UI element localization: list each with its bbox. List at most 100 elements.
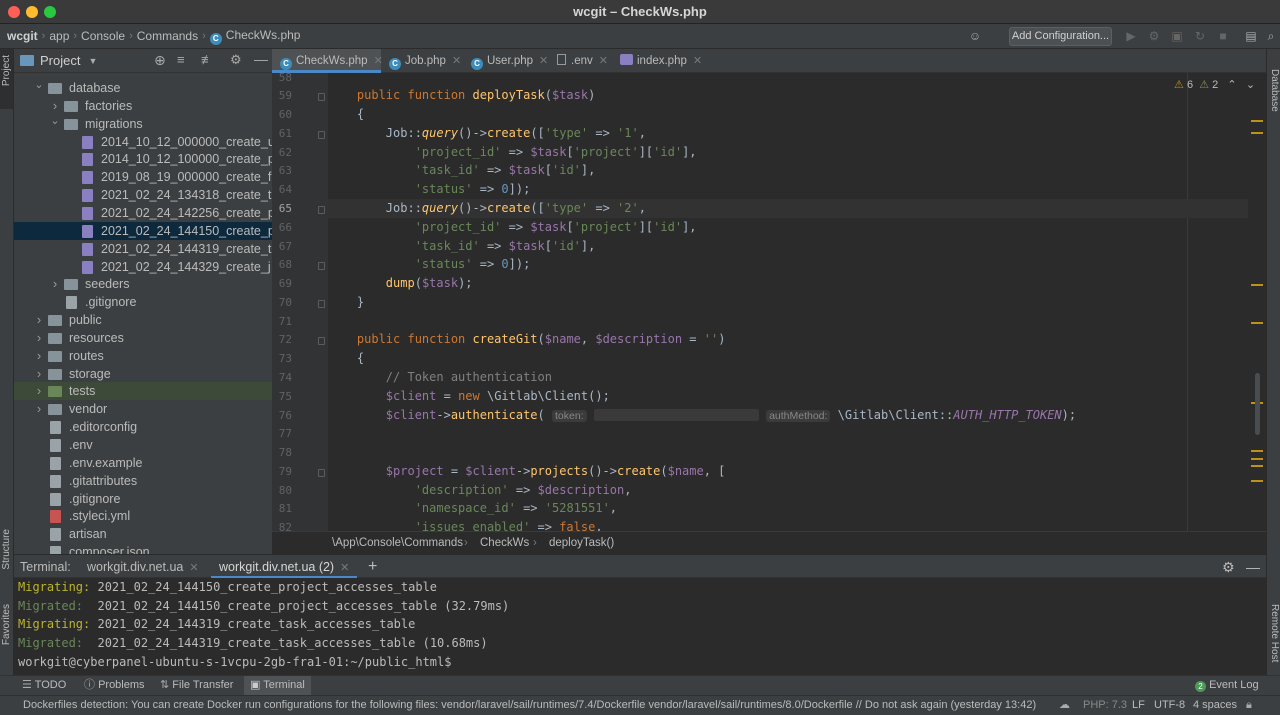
- code-line[interactable]: [328, 443, 1248, 462]
- chevron-down-icon[interactable]: ⌄: [1246, 79, 1255, 91]
- collapse-all-icon[interactable]: ≢: [201, 52, 214, 67]
- structure-tool-button[interactable]: Structure: [1, 529, 12, 570]
- terminal-tab-1[interactable]: workgit.div.net.ua ✕: [87, 555, 199, 579]
- code-line[interactable]: $project = $client->projects()->create($…: [328, 462, 1248, 481]
- chevron-down-icon[interactable]: ⌄: [34, 76, 44, 94]
- breadcrumb-console[interactable]: Console: [77, 29, 129, 43]
- tree-item[interactable]: › seeders: [14, 275, 272, 293]
- settings-gear-icon[interactable]: ⚙: [230, 52, 242, 68]
- todo-tool-button[interactable]: ☰ TODO: [22, 676, 66, 695]
- fold-marker-icon[interactable]: [318, 130, 325, 139]
- file-encoding[interactable]: UTF-8: [1154, 696, 1185, 715]
- terminal-output[interactable]: Migrating: 2021_02_24_144150_create_proj…: [14, 578, 1266, 675]
- tree-item[interactable]: 2021_02_24_142256_create_p: [14, 204, 272, 222]
- close-icon[interactable]: ✕: [452, 55, 461, 67]
- code-line[interactable]: {: [328, 349, 1248, 368]
- remote-host-tool-button[interactable]: Remote Host: [1269, 604, 1280, 662]
- lock-icon[interactable]: 🔒︎: [1246, 696, 1252, 715]
- tree-item[interactable]: .gitignore: [14, 293, 272, 311]
- expand-all-icon[interactable]: ≡: [177, 52, 185, 67]
- fold-marker-icon[interactable]: [318, 468, 325, 477]
- search-icon[interactable]: ⌕: [1263, 28, 1279, 44]
- tree-item[interactable]: 2021_02_24_134318_create_t: [14, 186, 272, 204]
- tree-item[interactable]: .gitignore: [14, 490, 272, 508]
- tree-item[interactable]: › routes: [14, 347, 272, 365]
- remote-icon[interactable]: ☁: [1059, 696, 1070, 715]
- chevron-right-icon[interactable]: ›: [34, 347, 44, 365]
- code-line[interactable]: public function createGit($name, $descri…: [328, 330, 1248, 349]
- coverage-icon[interactable]: ▣: [1169, 28, 1185, 44]
- stop-icon[interactable]: ■: [1215, 28, 1231, 44]
- chevron-up-icon[interactable]: ⌃: [1227, 79, 1236, 91]
- settings-gear-icon[interactable]: ⚙: [1222, 555, 1235, 579]
- layout-icon[interactable]: ▤: [1243, 28, 1259, 44]
- run-icon[interactable]: ▶: [1123, 28, 1139, 44]
- close-icon[interactable]: ✕: [189, 562, 198, 574]
- indent-setting[interactable]: 4 spaces: [1193, 696, 1237, 715]
- project-tool-button[interactable]: Project: [0, 49, 13, 109]
- code-line[interactable]: 'task_id' => $task['id'],: [328, 237, 1248, 256]
- code-line[interactable]: Job::query()->create(['type' => '1',: [328, 124, 1248, 143]
- user-icon[interactable]: ☺: [967, 28, 983, 44]
- tree-item[interactable]: .editorconfig: [14, 418, 272, 436]
- code-line[interactable]: [328, 424, 1248, 443]
- chevron-down-icon[interactable]: ⌄: [50, 112, 60, 130]
- close-icon[interactable]: ✕: [539, 55, 548, 67]
- locate-icon[interactable]: ⊕: [154, 52, 166, 69]
- tree-item[interactable]: 2014_10_12_100000_create_p: [14, 150, 272, 168]
- chevron-right-icon[interactable]: ›: [34, 329, 44, 347]
- code-line[interactable]: Job::query()->create(['type' => '2',: [328, 198, 1248, 218]
- chevron-right-icon[interactable]: ›: [34, 365, 44, 383]
- code-line[interactable]: }: [328, 293, 1248, 312]
- fold-marker-icon[interactable]: [318, 337, 325, 346]
- hide-panel-icon[interactable]: —: [254, 51, 268, 67]
- line-separator[interactable]: LF: [1132, 696, 1145, 715]
- tree-item[interactable]: .gitattributes: [14, 472, 272, 490]
- tree-item[interactable]: 2021_02_24_144150_create_p: [14, 221, 272, 240]
- tree-item[interactable]: 2014_10_12_000000_create_u: [14, 133, 272, 151]
- code-line[interactable]: 'namespace_id' => '5281551',: [328, 499, 1248, 518]
- breadcrumb-project[interactable]: wcgit: [0, 29, 42, 43]
- code-line[interactable]: $client->authenticate( token: authMethod…: [328, 406, 1248, 425]
- tree-item[interactable]: ⌄ migrations: [14, 115, 272, 133]
- tree-item[interactable]: 2021_02_24_144329_create_j: [14, 258, 272, 276]
- fold-marker-icon[interactable]: [318, 262, 325, 271]
- code-line[interactable]: public function deployTask($task): [328, 86, 1248, 105]
- fold-marker-icon[interactable]: [318, 93, 325, 102]
- editor-scrollbar-thumb[interactable]: [1255, 373, 1260, 435]
- add-configuration-button[interactable]: Add Configuration...: [1009, 27, 1112, 46]
- close-icon[interactable]: ✕: [599, 55, 608, 67]
- code-line[interactable]: 'description' => $description,: [328, 481, 1248, 500]
- breadcrumb-file[interactable]: C CheckWs.php: [206, 28, 305, 45]
- chevron-down-icon[interactable]: ▼: [88, 56, 97, 66]
- chevron-right-icon[interactable]: ›: [34, 400, 44, 418]
- code-breadcrumb-namespace[interactable]: \App\Console\Commands: [332, 532, 463, 554]
- breadcrumb-app[interactable]: app: [45, 29, 73, 43]
- tree-item[interactable]: .styleci.yml: [14, 507, 272, 525]
- tree-item[interactable]: .env: [14, 436, 272, 454]
- tree-item[interactable]: artisan: [14, 525, 272, 543]
- code-breadcrumb-method[interactable]: deployTask(): [549, 532, 614, 554]
- php-version[interactable]: PHP: 7.3: [1083, 696, 1127, 715]
- file-transfer-tool-button[interactable]: ⇅ File Transfer: [160, 676, 233, 695]
- tree-item[interactable]: .env.example: [14, 454, 272, 472]
- tree-item[interactable]: 2021_02_24_144319_create_t: [14, 240, 272, 258]
- code-line[interactable]: {: [328, 105, 1248, 124]
- database-tool-button[interactable]: Database: [1269, 69, 1280, 112]
- code-line[interactable]: dump($task);: [328, 274, 1248, 293]
- code-line[interactable]: [328, 68, 1248, 87]
- code-breadcrumb-class[interactable]: CheckWs: [480, 532, 529, 554]
- close-icon[interactable]: ✕: [340, 562, 349, 574]
- debug-icon[interactable]: ⚙: [1146, 28, 1162, 44]
- tree-item[interactable]: › vendor: [14, 400, 272, 418]
- code-line[interactable]: 'status' => 0]);: [328, 180, 1248, 199]
- terminal-tab-2[interactable]: workgit.div.net.ua (2) ✕: [211, 555, 358, 579]
- hide-panel-icon[interactable]: —: [1246, 555, 1260, 579]
- breadcrumb-commands[interactable]: Commands: [133, 29, 202, 43]
- tree-item[interactable]: › tests: [14, 382, 272, 401]
- code-line[interactable]: 'project_id' => $task['project']['id'],: [328, 218, 1248, 237]
- chevron-right-icon[interactable]: ›: [50, 275, 60, 293]
- status-message[interactable]: Dockerfiles detection: You can create Do…: [23, 696, 1043, 715]
- tree-item[interactable]: composer.json: [14, 543, 272, 554]
- tree-item[interactable]: ⌄ database: [14, 79, 272, 97]
